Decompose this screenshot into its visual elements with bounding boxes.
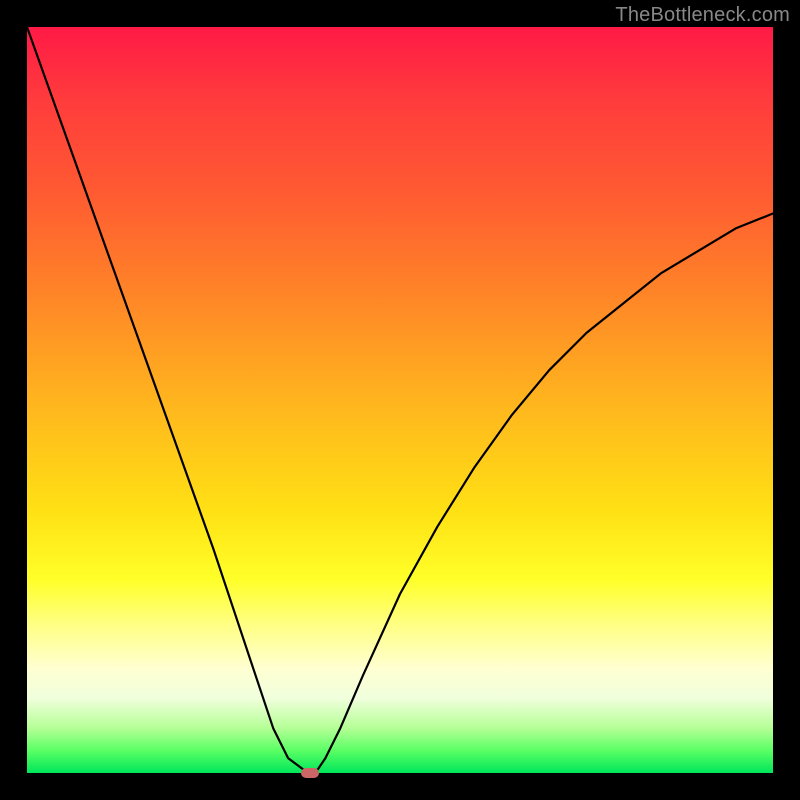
optimal-point-marker: [301, 768, 319, 778]
chart-plot-area: [27, 27, 773, 773]
bottleneck-curve: [27, 27, 773, 773]
watermark-text: TheBottleneck.com: [615, 4, 790, 27]
